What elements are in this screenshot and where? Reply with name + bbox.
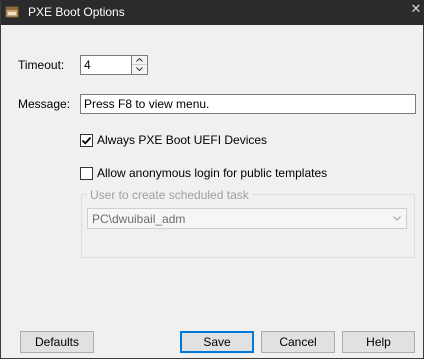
scheduled-task-user-select[interactable]: PC\dwuibail_adm (87, 208, 407, 229)
close-icon[interactable]: ✕ (407, 0, 424, 20)
timeout-field[interactable] (80, 55, 132, 75)
message-field[interactable] (80, 94, 416, 114)
save-button[interactable]: Save (180, 331, 254, 353)
spin-up-button[interactable] (132, 56, 147, 65)
scheduled-task-group-label: User to create scheduled task (87, 188, 252, 202)
always-pxe-checkbox[interactable] (80, 134, 93, 147)
timeout-spinner[interactable] (131, 55, 148, 75)
window-title: PXE Boot Options (28, 5, 125, 19)
scheduled-task-user-value: PC\dwuibail_adm (92, 212, 186, 226)
message-label: Message: (18, 97, 71, 111)
app-window-icon (5, 6, 19, 18)
anonymous-login-label[interactable]: Allow anonymous login for public templat… (97, 166, 327, 180)
checkmark-icon (81, 136, 92, 145)
title-bar[interactable]: PXE Boot Options ✕ (1, 0, 424, 25)
timeout-label: Timeout: (18, 58, 65, 72)
spin-down-button[interactable] (132, 65, 147, 74)
chevron-up-icon (136, 58, 143, 62)
help-button[interactable]: Help (342, 331, 415, 353)
anonymous-login-checkbox[interactable] (80, 167, 93, 180)
chevron-down-icon (136, 67, 143, 71)
chevron-down-icon (393, 216, 401, 221)
defaults-button[interactable]: Defaults (20, 331, 94, 353)
always-pxe-label[interactable]: Always PXE Boot UEFI Devices (97, 133, 267, 147)
cancel-button[interactable]: Cancel (261, 331, 335, 353)
pxe-boot-options-dialog: PXE Boot Options ✕ Timeout: Message: Alw… (0, 0, 424, 359)
